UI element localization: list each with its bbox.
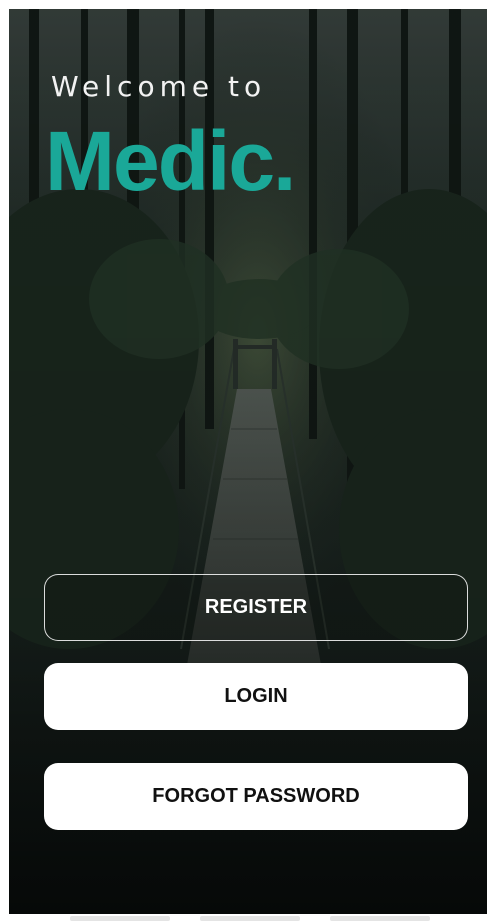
welcome-screen: Welcome to Medic. REGISTER LOGIN FORGOT … bbox=[9, 9, 487, 914]
forgot-password-button[interactable]: FORGOT PASSWORD bbox=[44, 763, 468, 830]
login-button[interactable]: LOGIN bbox=[44, 663, 468, 730]
strip-segment bbox=[70, 916, 170, 921]
welcome-heading: Welcome to bbox=[51, 70, 267, 103]
brand-logo-text: Medic. bbox=[45, 114, 296, 208]
strip-segment bbox=[330, 916, 430, 921]
register-button[interactable]: REGISTER bbox=[44, 574, 468, 641]
strip-segment bbox=[200, 916, 300, 921]
bottom-strip bbox=[0, 914, 496, 923]
